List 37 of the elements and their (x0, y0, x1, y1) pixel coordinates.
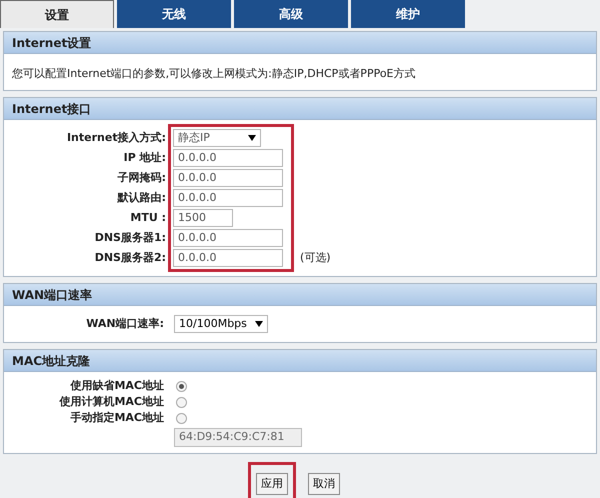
field-label: WAN端口速率: (85, 316, 165, 332)
connection-type-select[interactable]: 静态IP (173, 129, 261, 147)
input-field[interactable]: 0.0.0.0 (173, 229, 283, 247)
radio-button[interactable] (176, 380, 187, 392)
input-field[interactable]: 1500 (173, 209, 233, 227)
radio-button[interactable] (176, 396, 187, 408)
field-label: Internet接入方式: (66, 130, 167, 146)
input-field[interactable]: 0.0.0.0 (173, 149, 283, 167)
tab[interactable]: 设置 (0, 0, 114, 28)
radio-label: 使用计算机MAC地址 (58, 394, 165, 410)
radio-label: 使用缺省MAC地址 (69, 378, 165, 394)
field-label: MTU : (130, 210, 167, 226)
action-button[interactable]: 应用 (256, 473, 288, 496)
section-title: MAC地址克隆 (12, 352, 90, 370)
caret-icon (254, 321, 263, 327)
input-field[interactable]: 0.0.0.0 (173, 249, 283, 267)
tab[interactable]: 维护 (351, 0, 465, 28)
input-field[interactable]: 0.0.0.0 (173, 189, 283, 207)
section-title: Internet设置 (12, 34, 92, 52)
section-title: WAN端口速率 (12, 286, 92, 304)
tab[interactable]: 高级 (234, 0, 348, 28)
field-label: IP 地址: (124, 150, 167, 166)
field-label: 子网掩码: (118, 170, 167, 186)
radio-button[interactable] (176, 412, 187, 424)
description-text: 您可以配置Internet端口的参数,可以修改上网模式为:静态IP,DHCP或者PPPoE方式 (12, 67, 416, 80)
mac-address-field[interactable]: 64:D9:54:C9:C7:81 (174, 428, 302, 447)
optional-note: (可选) (300, 250, 331, 266)
caret-icon (248, 135, 256, 141)
tab[interactable]: 无线 (117, 0, 231, 28)
input-field[interactable]: 0.0.0.0 (173, 169, 283, 187)
field-label: DNS服务器1: (94, 230, 167, 246)
field-label: 默认路由: (118, 190, 167, 206)
speed-select[interactable]: 10/100Mbps (174, 315, 268, 333)
section-title: Internet接口 (12, 100, 92, 118)
action-button[interactable]: 取消 (308, 473, 340, 496)
field-label: DNS服务器2: (94, 250, 167, 266)
radio-label: 手动指定MAC地址 (69, 410, 165, 426)
